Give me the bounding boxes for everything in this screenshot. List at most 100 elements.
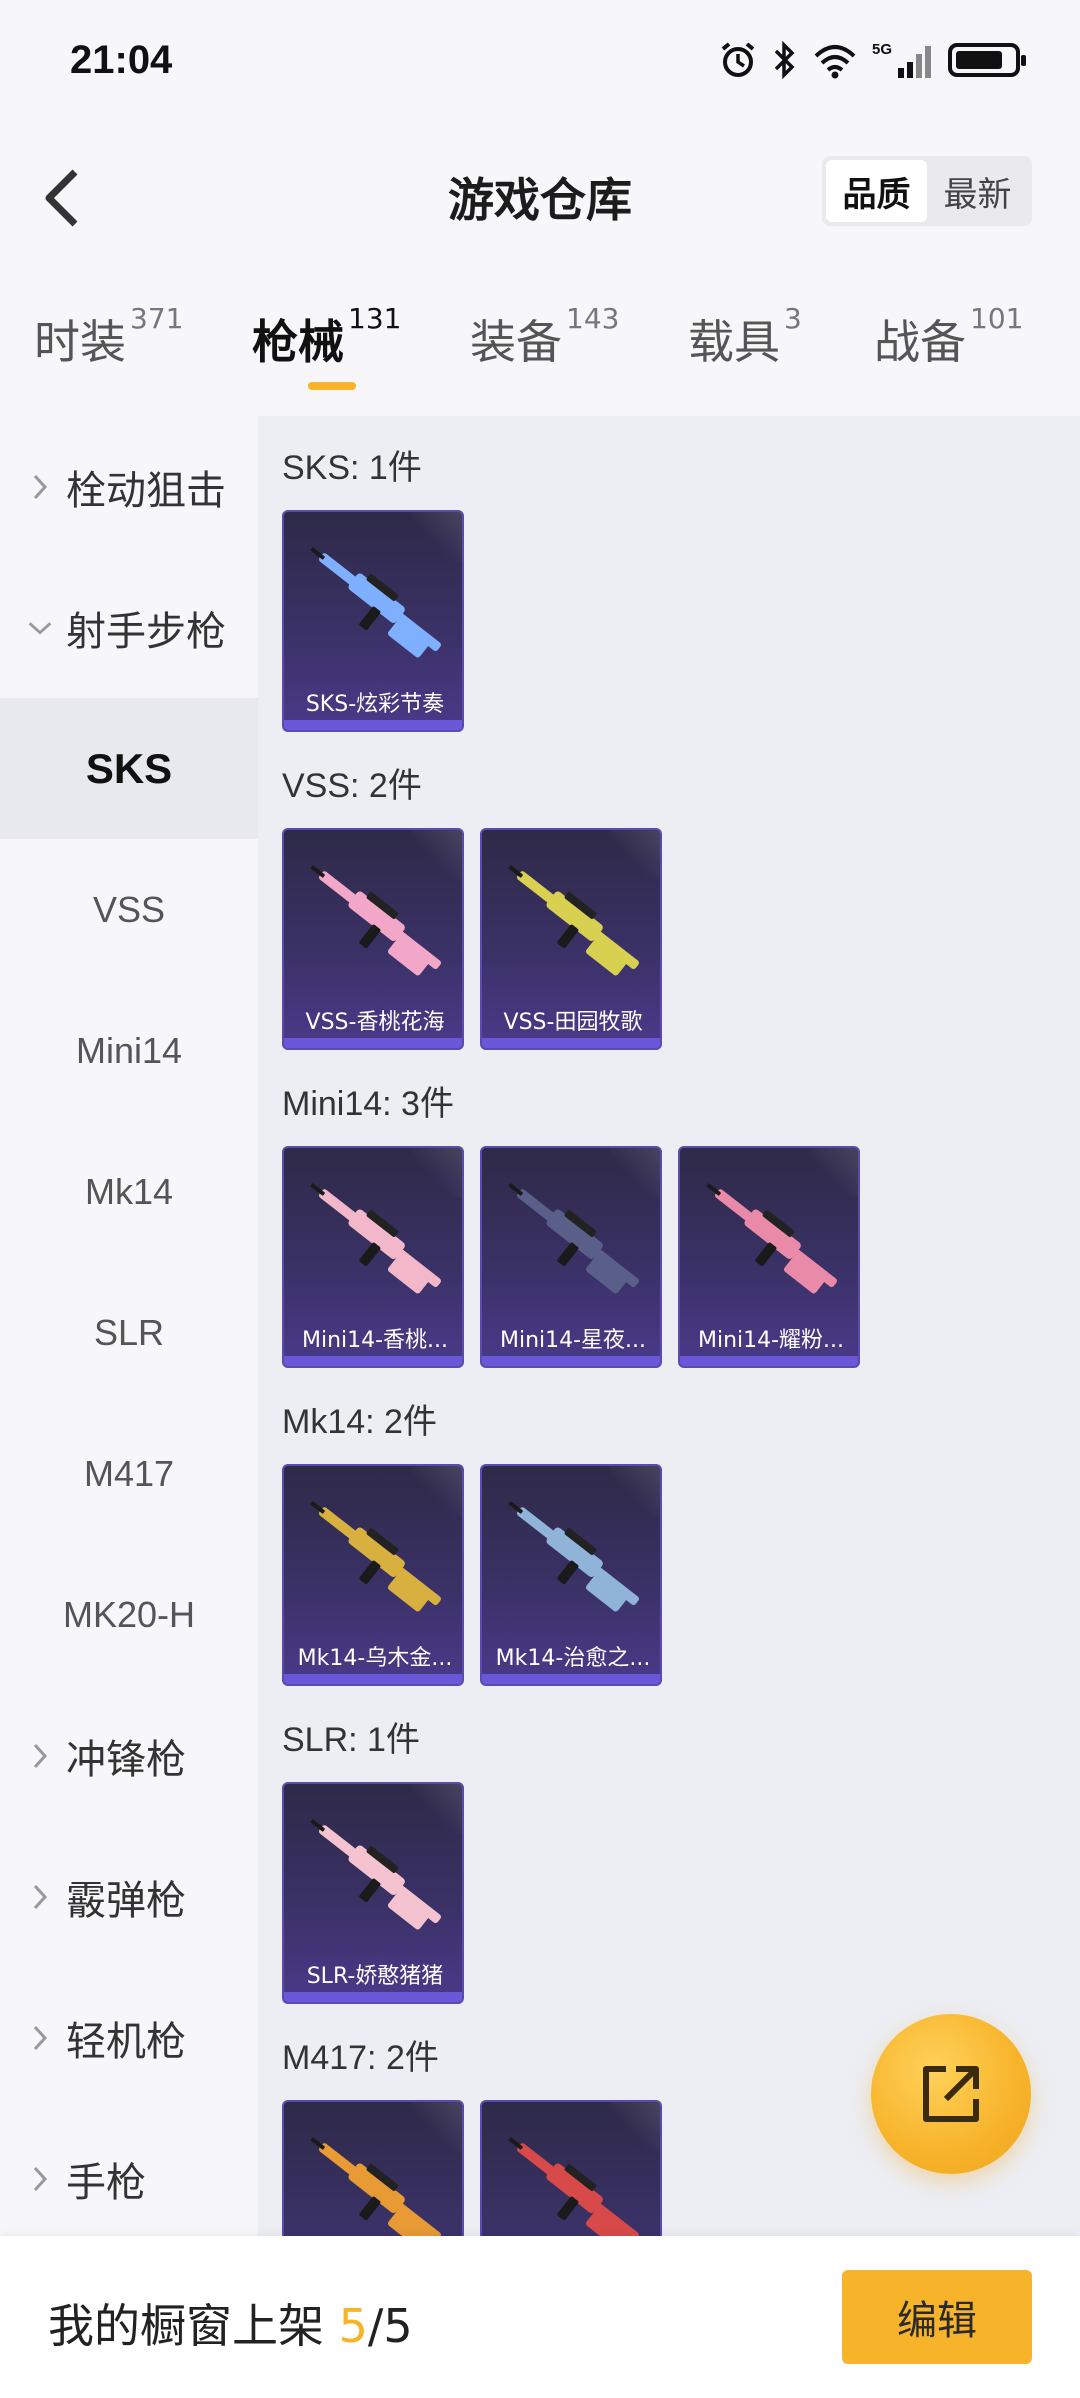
sidebar-item-label: M417 [83, 1452, 175, 1494]
skin-card[interactable]: VSS-田园牧歌 [480, 828, 662, 1050]
sidebar-item-mk14[interactable]: Mk14 [0, 1121, 258, 1262]
rifle-icon [310, 2137, 441, 2236]
wifi-icon [812, 40, 858, 80]
skin-card[interactable]: Mini14-耀粉... [678, 1146, 860, 1368]
bottom-bar: 我的橱窗上架 5/5 编辑 [0, 2236, 1080, 2398]
rifle-icon [508, 1183, 639, 1294]
inventory-grid: SKS: 1件 SKS-炫彩节奏 VSS: 2件 VSS-香桃花海 VSS-田园… [258, 416, 1080, 2236]
status-icons: 5G [718, 40, 1026, 80]
sidebar-item-label: SLR [93, 1311, 165, 1353]
chevron-right-icon [26, 2159, 54, 2199]
sidebar-group-label: 霰弹枪 [66, 1877, 186, 1924]
showcase-status: 我的橱窗上架 5/5 [48, 2290, 413, 2356]
rarity-bar [482, 1356, 660, 1366]
skin-name: SLR-娇憨猪猪 [306, 1964, 444, 1989]
rarity-bar [284, 1038, 462, 1048]
sidebar-group-lmg[interactable]: 轻机枪 [0, 1967, 258, 2108]
skin-name: Mini14-香桃... [301, 1328, 449, 1353]
rarity-bar [482, 1674, 660, 1684]
sort-newest-button[interactable]: 最新 [927, 160, 1028, 222]
rifle-icon [310, 547, 441, 658]
alarm-icon [718, 40, 758, 80]
skin-card[interactable]: VSS-香桃花海 [282, 828, 464, 1050]
sidebar-item-label: Mk14 [84, 1170, 174, 1212]
skin-card[interactable]: SKS-炫彩节奏 [282, 510, 464, 732]
rarity-bar [482, 1038, 660, 1048]
showcase-total-count: /5 [367, 2299, 413, 2353]
sidebar-item-mini14[interactable]: Mini14 [0, 980, 258, 1121]
section-title: M417: 2件 [282, 2039, 439, 2077]
rifle-icon [706, 1183, 837, 1294]
chevron-down-icon [26, 608, 54, 648]
status-bar: 21:04 5G [0, 0, 1080, 106]
skin-name: Mini14-耀粉... [697, 1328, 845, 1353]
tab-label: 战备 [874, 315, 966, 369]
tab-count: 3 [784, 302, 802, 335]
tab-fashion[interactable]: 时装 371 [34, 302, 183, 372]
tab-label: 载具 [688, 315, 780, 369]
share-button[interactable] [871, 2014, 1031, 2174]
sidebar-item-vss[interactable]: VSS [0, 839, 258, 980]
chevron-right-icon [26, 467, 54, 507]
section-title: Mk14: 2件 [282, 1403, 437, 1441]
skin-card[interactable]: Mk14-乌木金... [282, 1464, 464, 1686]
skin-name: VSS-香桃花海 [305, 1010, 445, 1035]
sidebar-group-label: 射手步枪 [66, 608, 226, 655]
sidebar-item-label: MK20-H [62, 1593, 196, 1635]
tab-count: 131 [348, 302, 402, 335]
showcase-label: 我的橱窗上架 [48, 2299, 339, 2353]
tab-equipment[interactable]: 装备 143 [470, 302, 619, 372]
tab-battle-gear[interactable]: 战备 101 [874, 302, 1023, 372]
skin-name: SKS-炫彩节奏 [305, 692, 445, 717]
edit-button[interactable]: 编辑 [842, 2270, 1032, 2364]
tab-label: 枪械 [252, 315, 344, 369]
rifle-icon [310, 865, 441, 976]
section-title: SKS: 1件 [282, 449, 422, 487]
tab-count: 371 [130, 302, 184, 335]
sidebar-group-shotgun[interactable]: 霰弹枪 [0, 1826, 258, 1967]
sidebar-group-pistol[interactable]: 手枪 [0, 2108, 258, 2249]
battery-icon [948, 43, 1026, 77]
sidebar-item-slr[interactable]: SLR [0, 1262, 258, 1403]
skin-card[interactable] [480, 2100, 662, 2236]
skin-name: Mk14-乌木金... [297, 1646, 453, 1671]
chevron-right-icon [26, 1736, 54, 1776]
section-title: Mini14: 3件 [282, 1085, 454, 1123]
sidebar-item-label: Mini14 [75, 1029, 183, 1071]
skin-card[interactable]: Mk14-治愈之... [480, 1464, 662, 1686]
tab-count: 143 [566, 302, 620, 335]
skin-card[interactable]: Mini14-星夜... [480, 1146, 662, 1368]
rifle-icon [310, 1819, 441, 1930]
cellular-5g-icon: 5G [872, 40, 934, 80]
tab-vehicles[interactable]: 载具 3 [688, 302, 802, 372]
rifle-icon [508, 865, 639, 976]
rarity-bar [284, 720, 462, 730]
sidebar-item-mk20h[interactable]: MK20-H [0, 1544, 258, 1685]
sidebar-group-label: 轻机枪 [66, 2018, 186, 2065]
sidebar-item-sks[interactable]: SKS [0, 698, 258, 839]
rifle-icon [508, 1501, 639, 1612]
sidebar-item-m417[interactable]: M417 [0, 1403, 258, 1544]
skin-name: VSS-田园牧歌 [503, 1010, 643, 1035]
section-title: SLR: 1件 [282, 1721, 420, 1759]
skin-card[interactable]: Mini14-香桃... [282, 1146, 464, 1368]
tab-count: 101 [970, 302, 1024, 335]
sort-quality-button[interactable]: 品质 [826, 160, 927, 222]
svg-text:5G: 5G [872, 41, 892, 58]
sidebar-group-marksman-rifle[interactable]: 射手步枪 [0, 557, 258, 698]
sidebar-group-smg[interactable]: 冲锋枪 [0, 1685, 258, 1826]
bluetooth-icon [772, 40, 798, 80]
rifle-icon [310, 1183, 441, 1294]
tab-firearms[interactable]: 枪械 131 [252, 302, 401, 372]
header: 游戏仓库 品质 最新 [0, 106, 1080, 276]
skin-card[interactable] [282, 2100, 464, 2236]
chevron-right-icon [26, 2018, 54, 2058]
weapon-category-sidebar: 栓动狙击 射手步枪 SKS VSS Mini14 Mk14 SLR M417 M… [0, 416, 258, 2236]
status-time: 21:04 [70, 38, 173, 82]
section-title: VSS: 2件 [282, 767, 422, 805]
sidebar-group-bolt-sniper[interactable]: 栓动狙击 [0, 416, 258, 557]
sort-toggle: 品质 最新 [822, 156, 1032, 226]
rifle-icon [310, 1501, 441, 1612]
skin-card[interactable]: SLR-娇憨猪猪 [282, 1782, 464, 2004]
skin-name: Mk14-治愈之... [495, 1646, 651, 1671]
